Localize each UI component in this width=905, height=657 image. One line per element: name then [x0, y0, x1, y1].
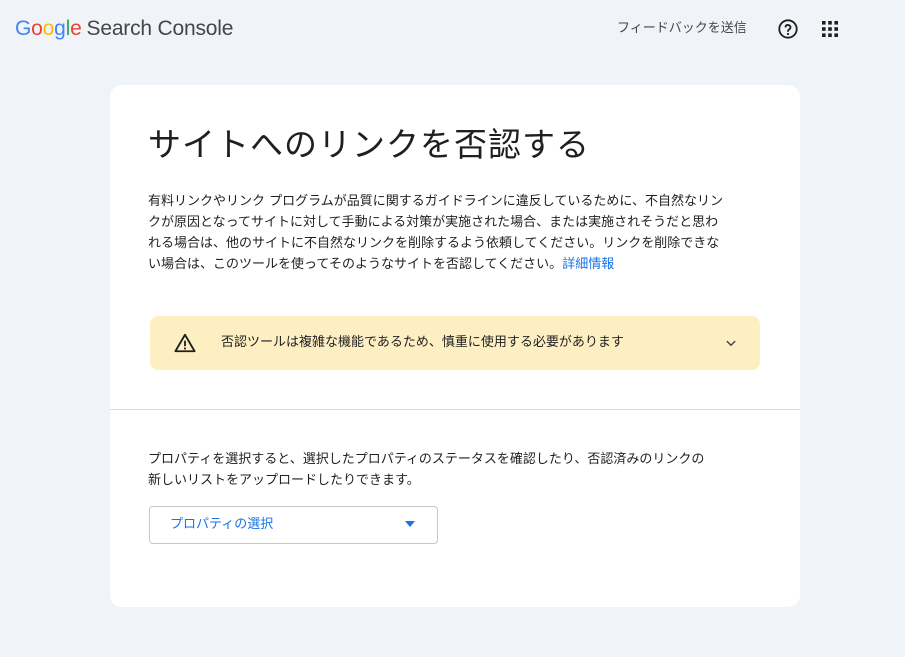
dropdown-arrow-icon [405, 521, 415, 527]
logo-letter: g [54, 17, 66, 40]
disavow-links-card: サイトへのリンクを否認する 有料リンクやリンク プログラムが品質に関するガイドラ… [110, 85, 800, 607]
logo-letter: G [15, 17, 32, 40]
google-apps-button[interactable] [821, 20, 839, 38]
google-search-console-logo[interactable]: Google Search Console [15, 15, 233, 43]
logo-letter: o [31, 17, 43, 40]
logo-letter: o [42, 17, 55, 40]
property-description-line: 新しいリストをアップロードしたりできます。 [148, 473, 420, 488]
property-select-dropdown[interactable]: プロパティの選択 [149, 506, 438, 544]
product-name: Search Console [86, 17, 234, 40]
warning-text: 否認ツールは複雑な機能であるため、慎重に使用する必要があります [221, 335, 624, 350]
section-divider [110, 409, 800, 410]
property-select-label: プロパティの選択 [170, 517, 274, 532]
property-description: プロパティを選択すると、選択したプロパティのステータスを確認したり、否認済みのリ… [148, 449, 768, 491]
property-description-line: プロパティを選択すると、選択したプロパティのステータスを確認したり、否認済みのリ… [148, 452, 705, 467]
learn-more-link[interactable]: 詳細情報 [562, 257, 614, 272]
warning-banner[interactable]: 否認ツールは複雑な機能であるため、慎重に使用する必要があります [150, 316, 760, 370]
top-header: Google Search Console フィードバックを送信 [0, 0, 905, 60]
help-circle-icon [778, 19, 798, 39]
description-text: 有料リンクやリンク プログラムが品質に関するガイドラインに違反しているために、不… [148, 194, 723, 272]
apps-grid-icon [822, 21, 838, 37]
tool-description: 有料リンクやリンク プログラムが品質に関するガイドラインに違反しているために、不… [148, 191, 730, 275]
help-button[interactable] [777, 18, 799, 40]
chevron-down-icon[interactable] [722, 334, 740, 352]
warning-triangle-icon [174, 333, 196, 353]
send-feedback-link[interactable]: フィードバックを送信 [617, 19, 747, 39]
page-title: サイトへのリンクを否認する [148, 125, 590, 164]
logo-letter: e [70, 17, 82, 40]
